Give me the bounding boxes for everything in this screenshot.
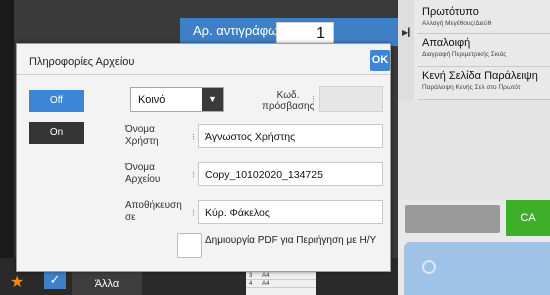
expand-menu-button[interactable]: ▶▎	[398, 0, 414, 100]
copies-label: Αρ. αντιγράφων	[193, 23, 285, 38]
ok-button[interactable]: OK	[370, 50, 390, 71]
file-name-field[interactable]: Copy_10102020_134725	[198, 162, 383, 186]
left-edge-strip	[0, 0, 14, 295]
right-menu-item-title: Απαλοιφή	[422, 37, 471, 49]
right-menu-item-subtitle: Αλλαγή Μεγέθους/Διεύθ	[422, 20, 492, 27]
right-menu-empty-area	[398, 100, 550, 200]
list-item-number: 3	[249, 273, 253, 279]
list-item: 4 A4	[246, 280, 316, 288]
list-item: 3 A4	[246, 272, 316, 280]
off-toggle-button[interactable]: Off	[29, 90, 84, 112]
play-icon: ▶▎	[402, 28, 415, 37]
preview-button[interactable]	[405, 205, 500, 233]
colon-separator: ⁝	[312, 94, 315, 104]
right-menu-item-subtitle: Διαγραφή Περιμετρικής Σκιάς	[422, 51, 507, 58]
file-name-label: Όνομα Αρχείου	[125, 162, 161, 185]
save-to-label: Αποθήκευση σε	[125, 200, 182, 223]
password-field[interactable]	[319, 86, 383, 112]
right-menu-item-erase[interactable]: Απαλοιφή Διαγραφή Περιμετρικής Σκιάς	[418, 37, 550, 59]
list-item-number: 4	[249, 281, 253, 287]
colon-separator: ⁝	[192, 208, 195, 218]
dialog-divider	[17, 74, 390, 75]
access-mode-value: Κοινό	[138, 94, 166, 106]
access-mode-select[interactable]: Κοινό ▼	[130, 87, 224, 112]
dialog-title: Πληροφορίες Αρχείου	[29, 56, 135, 68]
right-menu-divider	[418, 66, 550, 67]
right-menu-item-subtitle: Παράλειψη Κενής Σελ στο Πρωτότ	[422, 84, 521, 91]
list-item-size: A4	[262, 281, 270, 287]
ca-button[interactable]: CA	[506, 200, 550, 236]
right-menu-item-title: Κενή Σελίδα Παράλειψη	[422, 70, 538, 82]
user-name-label: Όνομα Χρήστη	[125, 124, 159, 147]
list-item-size: A4	[262, 273, 270, 279]
colon-separator: ⁝	[192, 170, 195, 180]
file-info-dialog: Πληροφορίες Αρχείου OK Off On Κοινό ▼ Κω…	[16, 43, 391, 272]
right-menu-item-original[interactable]: Πρωτότυπο Αλλαγή Μεγέθους/Διεύθ	[418, 6, 550, 28]
password-label: Κωδ. πρόσβασης	[262, 90, 315, 112]
job-list: 3 A4 4 A4	[246, 272, 316, 295]
right-menu-item-title: Πρωτότυπο	[422, 6, 479, 18]
user-name-field[interactable]: Άγνωστος Χρήστης	[198, 124, 383, 148]
other-button[interactable]: Άλλα	[72, 270, 142, 295]
colon-separator: ⁝	[192, 132, 195, 142]
start-icon	[422, 260, 436, 274]
save-to-field[interactable]: Κύρ. Φάκελος	[198, 200, 383, 224]
copies-input[interactable]: 1	[276, 22, 334, 44]
pdf-preview-label: Δημιουργία PDF για Περιήγηση με Η/Υ	[205, 235, 377, 246]
favorite-star-icon[interactable]: ★	[10, 272, 24, 292]
pdf-preview-checkbox[interactable]	[177, 233, 202, 258]
on-toggle-button[interactable]: On	[29, 122, 84, 144]
right-menu-divider	[418, 33, 550, 34]
checkmark-icon[interactable]: ✓	[44, 271, 66, 289]
right-menu-item-blank-page-skip[interactable]: Κενή Σελίδα Παράλειψη Παράλειψη Κενής Σε…	[418, 70, 550, 92]
start-button[interactable]	[404, 242, 550, 295]
dropdown-arrow-icon[interactable]: ▼	[202, 88, 223, 111]
